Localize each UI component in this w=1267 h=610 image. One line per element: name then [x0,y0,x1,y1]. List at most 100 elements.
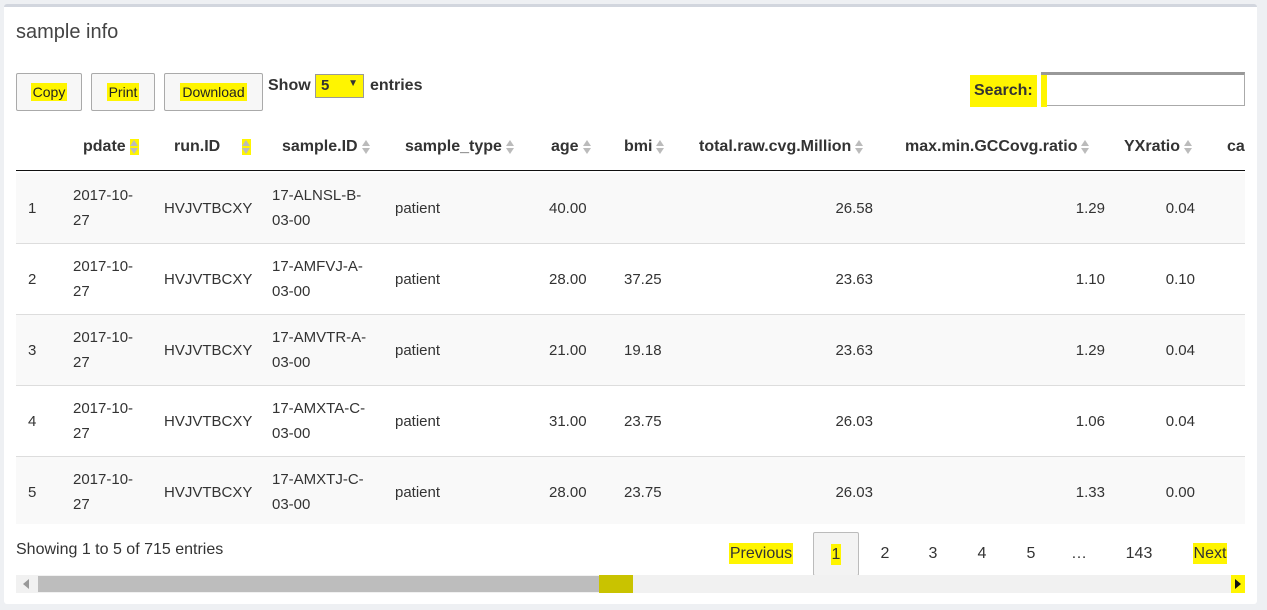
column-header-bmi[interactable]: bmi [624,135,665,159]
cell-index: 2 [28,271,37,288]
cell-run-id: HVJVTBCXY [164,413,253,430]
cell-gc-ratio: 1.29 [1075,342,1105,359]
search-input[interactable] [1041,72,1245,106]
sort-icon [505,139,515,155]
search-caret-highlight [1041,75,1047,107]
sort-icon [1081,139,1090,155]
cell-gc-ratio: 1.10 [1075,271,1105,288]
cell-index: 4 [28,413,37,430]
cell-run-id: HVJVTBCXY [164,484,253,501]
cell-age: 21.00 [549,342,587,359]
cell-age: 40.00 [549,200,587,217]
table-row: 4 2017-10- 27 HVJVTBCXY 17-AMXTA-C- 03-00 pati… [16,386,1245,457]
cell-bmi: 23.75 [624,413,662,430]
copy-button[interactable]: Copy [16,73,82,111]
column-header-sample-type[interactable]: sample_type [405,135,515,159]
page-button-4[interactable]: 4 [967,532,997,576]
download-button[interactable]: Download [164,73,263,111]
table-row: 2 2017-10- 27 HVJVTBCXY 17-AMFVJ-A- 03-00 pati… [16,244,1245,315]
page-button-143[interactable]: 143 [1117,532,1161,576]
table-row: 3 2017-10- 27 HVJVTBCXY 17-AMVTR-A- 03-00 pati… [16,315,1245,386]
cell-sample-id: 17-AMFVJ-A- 03-00 [272,254,382,304]
cell-sample-id-line: 03-00 [272,354,311,371]
cell-sample-type: patient [395,413,441,430]
cell-total-raw-cvg: 26.03 [835,484,873,501]
cell-bmi: 23.75 [624,484,662,501]
entries-label: entries [370,77,423,94]
cell-run-id: HVJVTBCXY [164,271,253,288]
column-header-sample-id[interactable]: sample.ID [282,135,371,159]
page-button-5[interactable]: 5 [1016,532,1046,576]
sample-info-box: sample info Copy Print Download Show 5 ▼… [4,4,1257,604]
print-button-label: Print [106,83,140,101]
cell-yxratio: 0.04 [1165,200,1195,217]
cell-sample-id-line: 17-ALNSL-B- [272,187,362,204]
cell-age: 28.00 [549,484,587,501]
cell-sample-id-line: 03-00 [272,496,311,513]
box-title: sample info [16,21,119,43]
cell-sample-id-line: 03-00 [272,212,311,229]
table-header: pdate run.ID sample.ID sample_type age b… [16,127,1245,171]
cell-index: 3 [28,342,37,359]
sort-icon [242,138,252,155]
scroll-right-button[interactable] [1231,575,1245,593]
sort-icon [361,139,371,155]
cell-bmi: 37.25 [624,271,662,288]
scrollbar-thumb[interactable] [38,576,632,592]
show-label: Show [268,77,311,94]
download-button-label: Download [180,83,247,101]
print-button[interactable]: Print [91,73,155,111]
page-length-value: 5 [321,77,330,94]
table-info: Showing 1 to 5 of 715 entries [16,541,224,558]
cell-sample-id: 17-AMXTJ-C- 03-00 [272,467,382,517]
cell-run-id: HVJVTBCXY [164,342,253,359]
column-header-total-raw-cvg[interactable]: total.raw.cvg.Million [699,135,864,159]
column-header-run-id[interactable]: run.ID [174,135,252,159]
column-header-age[interactable]: age [551,135,592,159]
cell-age: 28.00 [549,271,587,288]
scrollbar-thumb-highlight [599,575,633,593]
cell-sample-id-line: 17-AMXTJ-C- [272,471,364,488]
cell-total-raw-cvg: 23.63 [835,342,873,359]
cell-sample-type: patient [395,484,441,501]
page-length-select[interactable]: 5 ▼ [315,74,364,98]
page-button-1[interactable]: 1 [813,532,859,576]
cell-index: 5 [28,484,37,501]
cell-sample-id-line: 17-AMXTA-C- [272,400,366,417]
sort-icon [855,139,864,155]
cell-yxratio: 0.10 [1165,271,1195,288]
cell-bmi: 19.18 [624,342,662,359]
horizontal-scrollbar[interactable] [16,575,1245,593]
next-page-button[interactable]: Next [1188,532,1232,576]
cell-total-raw-cvg: 26.03 [835,413,873,430]
previous-page-button[interactable]: Previous [726,532,796,576]
cell-yxratio: 0.04 [1165,413,1195,430]
column-header-gc-ratio[interactable]: max.min.GCCovg.ratio [905,135,1090,159]
sort-icon [656,139,665,155]
sort-icon [1184,139,1193,155]
cell-sample-id: 17-ALNSL-B- 03-00 [272,183,382,233]
cell-yxratio: 0.04 [1165,342,1195,359]
cell-gc-ratio: 1.29 [1075,200,1105,217]
column-header-ca[interactable]: ca [1227,135,1245,159]
scroll-left-icon[interactable] [23,579,29,589]
table-row: 5 2017-10- 27 HVJVTBCXY 17-AMXTJ-C- 03-00 pati… [16,457,1245,524]
cell-gc-ratio: 1.33 [1075,484,1105,501]
cell-sample-id: 17-AMXTA-C- 03-00 [272,396,382,446]
cell-gc-ratio: 1.06 [1075,413,1105,430]
page-ellipsis: … [1071,545,1087,562]
column-header-pdate[interactable]: pdate [83,135,139,159]
column-header-yxratio[interactable]: YXratio [1124,135,1193,159]
cell-sample-type: patient [395,271,441,288]
cell-index: 1 [28,200,37,217]
cell-sample-id-line: 03-00 [272,283,311,300]
cell-sample-id: 17-AMVTR-A- 03-00 [272,325,382,375]
search-label: Search: [970,75,1037,107]
page-button-3[interactable]: 3 [918,532,948,576]
sort-icon [129,138,139,155]
cell-sample-id-line: 17-AMFVJ-A- [272,258,363,275]
chevron-down-icon: ▼ [348,78,358,89]
page-button-2[interactable]: 2 [870,532,900,576]
table-row: 1 2017-10- 27 HVJVTBCXY 17-ALNSL-B- 03-00 pati… [16,173,1245,244]
cell-total-raw-cvg: 23.63 [835,271,873,288]
